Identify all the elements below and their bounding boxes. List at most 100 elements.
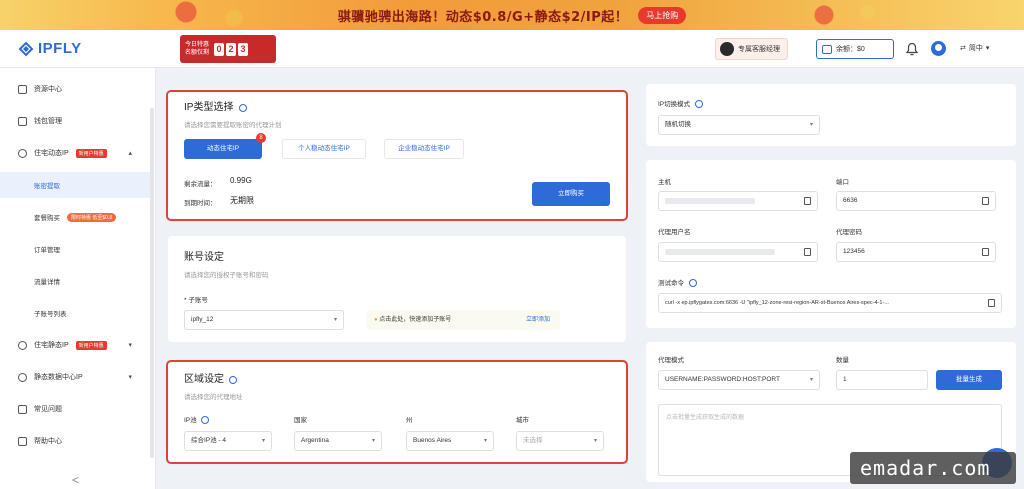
logo[interactable]: IPFLY [18, 40, 82, 57]
switch-mode-select[interactable]: 随机切换 ▾ [658, 115, 820, 135]
sidebar-item-label: 钱包管理 [34, 118, 62, 125]
promo-digit: 3 [238, 42, 249, 56]
chevron-down-icon: ▾ [809, 122, 813, 128]
top-header: IPFLY 今日特惠 名额仅剩 0 2 3 专属客服经理 余额：$0 ⇄ 简中 … [0, 30, 1024, 68]
promo-digits: 0 2 3 [214, 42, 249, 56]
sidebar-item-account-extract[interactable]: 账密提取 [0, 172, 150, 198]
copy-icon[interactable] [804, 248, 811, 256]
logo-icon [18, 41, 34, 56]
info-icon[interactable] [688, 279, 697, 288]
quantity-input[interactable]: 1 [836, 370, 928, 390]
chevron-down-icon: ▾ [985, 45, 990, 52]
copy-icon[interactable] [982, 248, 989, 256]
server-icon [18, 372, 27, 382]
sidebar-item-resource-center[interactable]: 资源中心 [0, 76, 150, 102]
balance-text: 余额：$0 [836, 46, 865, 53]
account-title: 账号设定 [184, 252, 224, 263]
switch-mode-panel: IP切换模式 随机切换 ▾ [646, 84, 1016, 146]
sidebar-item-wallet[interactable]: 钱包管理 [0, 108, 150, 134]
tip-icon: ● [374, 317, 378, 323]
sidebar-item-residential-static[interactable]: 住宅静态IP 新用户特惠 ▾ [0, 332, 150, 358]
banner-text: 骐骥驰骋出海路！动态$0.8/G+静态$2/IP起！ [337, 9, 629, 25]
sidebar-item-residential-dynamic[interactable]: 住宅动态IP 新用户特惠 ▴ [0, 140, 150, 166]
sidebar-item-label: 子账号列表 [34, 311, 67, 318]
quantity-label: 数量 [836, 357, 849, 364]
switch-mode-value: 随机切换 [665, 121, 691, 128]
bell-icon[interactable] [905, 42, 919, 56]
proxy-pass-label: 代理密码 [836, 229, 862, 236]
sidebar-item-label: 账密提取 [34, 183, 60, 190]
promo-countdown[interactable]: 今日特惠 名额仅剩 0 2 3 [180, 35, 276, 63]
sidebar-item-faq[interactable]: 常见问题 [0, 396, 150, 422]
sidebar-item-label: 套餐购买 [34, 215, 60, 222]
promo-line-2: 名额仅剩 [185, 50, 210, 56]
copy-icon[interactable] [988, 299, 995, 307]
test-cmd-label: 测试命令 [658, 277, 697, 288]
promo-digit: 2 [226, 42, 237, 56]
highlight-ip-type [166, 90, 628, 221]
proxy-user-field[interactable] [658, 242, 818, 262]
copy-icon[interactable] [982, 197, 989, 205]
banner-buy-button[interactable]: 马上抢购 [638, 6, 687, 24]
sidebar-item-package-purchase[interactable]: 套餐购买 限时特惠 低至$0.8 [0, 204, 150, 230]
sidebar-item-label: 住宅静态IP [34, 342, 69, 349]
sidebar: 资源中心 钱包管理 住宅动态IP 新用户特惠 ▴ 账密提取 套餐购买 限时特惠 … [0, 68, 156, 489]
balance-display[interactable]: 余额：$0 [816, 39, 894, 59]
grid-icon [18, 84, 27, 94]
language-label: 简中 [968, 45, 983, 52]
sidebar-item-label: 住宅动态IP [34, 150, 69, 157]
host-redacted [665, 198, 755, 204]
sidebar-item-label: 流量详情 [34, 279, 60, 286]
sidebar-item-help[interactable]: 帮助中心 [0, 428, 150, 454]
connection-panel: 主机 端口 6636 代理用户名 代理密码 123456 测试命令 curl -… [646, 160, 1016, 328]
banner-decoration-left [150, 0, 270, 30]
user-avatar-icon[interactable] [931, 41, 946, 56]
chevron-down-icon: ▾ [128, 342, 132, 349]
globe-icon [18, 148, 27, 158]
test-cmd-field[interactable]: curl -x ep.ipflygates.com:6636 -U "ipfly… [658, 293, 1002, 313]
discount-tag: 限时特惠 低至$0.8 [67, 212, 117, 222]
proxy-mode-select[interactable]: USERNAME:PASSWORD:HOST:PORT ▾ [658, 370, 820, 390]
translate-icon: ⇄ [960, 45, 966, 52]
collapse-sidebar-icon[interactable]: < [72, 473, 79, 487]
sidebar-item-traffic[interactable]: 流量详情 [0, 268, 150, 294]
sidebar-item-sub-accounts[interactable]: 子账号列表 [0, 300, 150, 326]
promo-labels: 今日特惠 名额仅剩 [185, 41, 209, 57]
port-label: 端口 [836, 179, 849, 186]
proxy-pass-field[interactable]: 123456 [836, 242, 996, 262]
sidebar-item-label: 资源中心 [34, 86, 62, 93]
sidebar-item-orders[interactable]: 订单管理 [0, 236, 150, 262]
test-cmd-label-text: 测试命令 [658, 280, 684, 287]
sidebar-scrollbar[interactable] [150, 108, 154, 458]
host-label: 主机 [658, 179, 671, 186]
promo-banner[interactable]: 骐骥驰骋出海路！动态$0.8/G+静态$2/IP起！ 马上抢购 [0, 0, 1024, 30]
new-user-tag: 新用户特惠 [75, 340, 107, 350]
advisor-avatar [720, 42, 734, 56]
chevron-up-icon: ▴ [128, 150, 132, 157]
sidebar-item-label: 静态数据中心IP [34, 374, 83, 381]
port-field[interactable]: 6636 [836, 191, 996, 211]
sub-account-select[interactable]: ipfly_12 ▾ [184, 310, 344, 330]
switch-mode-label-text: IP切换模式 [658, 101, 691, 108]
sidebar-item-datacenter[interactable]: 静态数据中心IP ▾ [0, 364, 150, 390]
logo-text: IPFLY [38, 40, 82, 57]
sub-account-value: ipfly_12 [191, 316, 214, 323]
host-field[interactable] [658, 191, 818, 211]
new-user-tag: 新用户特惠 [75, 148, 107, 158]
language-selector[interactable]: ⇄ 简中 ▾ [960, 43, 989, 53]
account-subtitle: 请选择您的授权子账号和密码 [184, 272, 269, 279]
batch-generate-button[interactable]: 批量生成 [936, 370, 1002, 390]
banner-decoration-right [780, 0, 890, 30]
advisor-button[interactable]: 专属客服经理 [715, 38, 788, 60]
chevron-down-icon: ▾ [809, 377, 813, 383]
watermark: emadar.com [850, 452, 1016, 484]
test-cmd-value: curl -x ep.ipflygates.com:6636 -U "ipfly… [665, 300, 889, 306]
info-icon[interactable] [694, 100, 703, 109]
proxy-mode-label: 代理模式 [658, 357, 684, 364]
chevron-down-icon: ▾ [128, 374, 132, 381]
add-now-link[interactable]: 立即添加 [526, 310, 550, 330]
sidebar-item-label: 常见问题 [34, 406, 62, 413]
tip-text: 点击此处，快速添加子账号 [379, 317, 452, 323]
proxy-pass-value: 123456 [843, 248, 865, 255]
copy-icon[interactable] [804, 197, 811, 205]
